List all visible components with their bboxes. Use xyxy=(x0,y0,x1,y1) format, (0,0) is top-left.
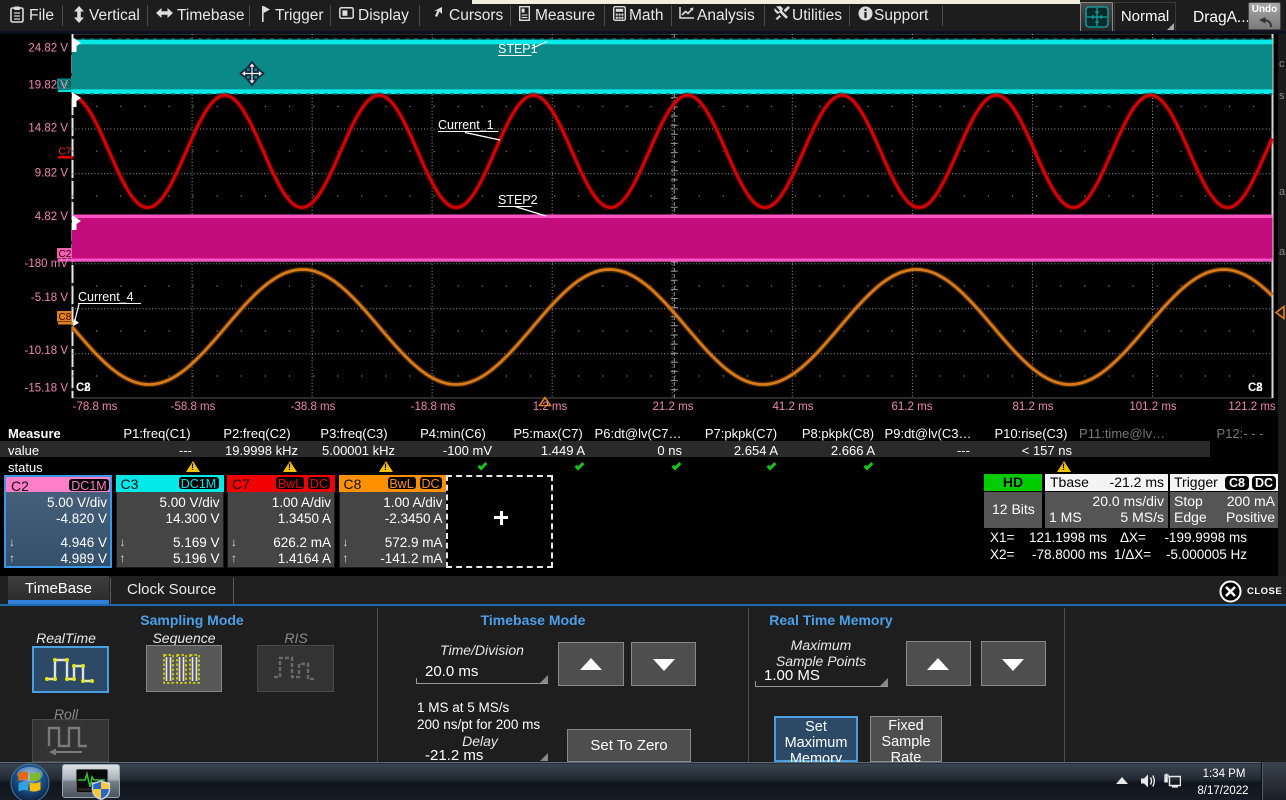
svg-text:-5.18 V: -5.18 V xyxy=(31,292,68,304)
svg-text:C7: C7 xyxy=(59,147,72,158)
svg-text:2: 2 xyxy=(84,382,90,394)
svg-text:STEP2: STEP2 xyxy=(498,193,538,207)
svg-text:19.82 V: 19.82 V xyxy=(28,80,68,92)
svg-text:61.2 ms: 61.2 ms xyxy=(892,401,933,413)
svg-text:Current_4: Current_4 xyxy=(78,290,134,304)
svg-text:-10.18 V: -10.18 V xyxy=(25,345,69,357)
svg-text:41.2 ms: 41.2 ms xyxy=(773,401,814,413)
svg-text:1.2 ms: 1.2 ms xyxy=(533,401,568,413)
svg-text:101.2 ms: 101.2 ms xyxy=(1129,401,1177,413)
svg-text:2: 2 xyxy=(1256,382,1262,394)
svg-text:14.82 V: 14.82 V xyxy=(28,123,68,135)
svg-text:-15.18 V: -15.18 V xyxy=(25,383,69,395)
svg-text:STEP1: STEP1 xyxy=(498,42,538,56)
svg-text:-180 mV: -180 mV xyxy=(25,258,69,270)
svg-text:C8: C8 xyxy=(59,312,72,323)
svg-text:9.82 V: 9.82 V xyxy=(35,168,69,180)
svg-text:4.82 V: 4.82 V xyxy=(35,211,69,223)
svg-text:21.2 ms: 21.2 ms xyxy=(653,401,694,413)
svg-text:-18.8 ms: -18.8 ms xyxy=(411,401,456,413)
svg-text:121.2 ms: 121.2 ms xyxy=(1228,401,1276,413)
svg-text:Current_1: Current_1 xyxy=(438,118,494,132)
svg-text:-78.8 ms: -78.8 ms xyxy=(73,401,118,413)
svg-text:24.82 V: 24.82 V xyxy=(28,43,68,55)
svg-text:-58.8 ms: -58.8 ms xyxy=(171,401,216,413)
svg-text:81.2 ms: 81.2 ms xyxy=(1013,401,1054,413)
svg-text:-38.8 ms: -38.8 ms xyxy=(291,401,336,413)
